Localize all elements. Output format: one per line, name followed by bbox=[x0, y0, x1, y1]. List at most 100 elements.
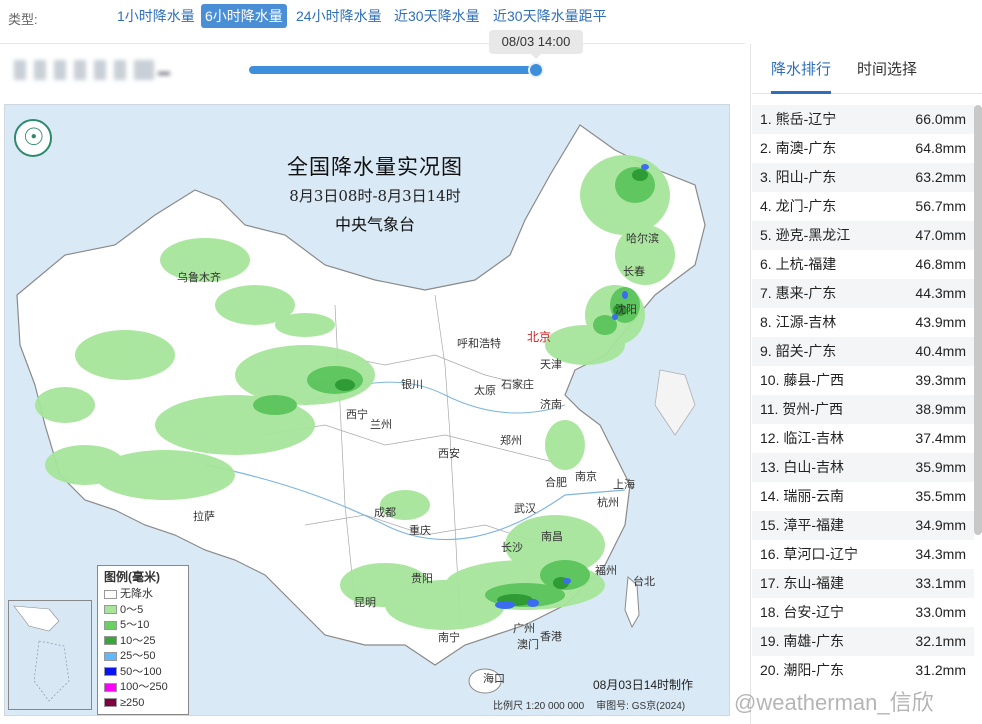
city-label: 石家庄 bbox=[501, 379, 534, 391]
legend-swatch bbox=[104, 636, 117, 646]
map-subtitle: 8月3日08时-8月3日14时 bbox=[289, 187, 461, 205]
ranking-row[interactable]: 7. 惠来-广东 44.3mm bbox=[752, 279, 974, 308]
city-label: 南宁 bbox=[438, 632, 460, 644]
time-slider-track[interactable] bbox=[249, 66, 536, 74]
watermark: @weatherman_信欣 bbox=[734, 690, 934, 715]
legend-item: 0～5 bbox=[98, 603, 188, 619]
legend-item: 25～50 bbox=[98, 649, 188, 665]
city-label: 西安 bbox=[438, 448, 460, 460]
city-label: 广州 bbox=[513, 623, 535, 635]
city-label: 郑州 bbox=[500, 435, 522, 447]
type-option-1h[interactable]: 1小时降水量 bbox=[113, 4, 199, 28]
map-legend: 图例(毫米) 无降水 0～5 5～10 10～25 25～50 50～100 1… bbox=[97, 565, 189, 715]
legend-swatch bbox=[104, 620, 117, 630]
ranking-row[interactable]: 20. 潮阳-广东 31.2mm bbox=[752, 656, 974, 685]
precipitation-map[interactable]: 全国降水量实况图 8月3日08时-8月3日14时 中央气象台 北京 乌鲁木齐 哈… bbox=[4, 104, 730, 716]
type-option-24h[interactable]: 24小时降水量 bbox=[292, 4, 386, 28]
ranking-row[interactable]: 8. 江源-吉林 43.9mm bbox=[752, 308, 974, 337]
ranking-row[interactable]: 14. 瑞丽-云南 35.5mm bbox=[752, 482, 974, 511]
map-organization: 中央气象台 bbox=[334, 215, 415, 234]
city-label: 上海 bbox=[613, 479, 635, 491]
type-option-6h[interactable]: 6小时降水量 bbox=[201, 4, 287, 28]
city-capital: 北京 bbox=[527, 330, 552, 344]
panel-divider bbox=[750, 44, 751, 724]
legend-item: 5～10 bbox=[98, 618, 188, 634]
type-option-30d-anomaly[interactable]: 近30天降水量距平 bbox=[489, 4, 611, 28]
ranking-row[interactable]: 17. 东山-福建 33.1mm bbox=[752, 569, 974, 598]
ranking-row[interactable]: 5. 逊克-黑龙江 47.0mm bbox=[752, 221, 974, 250]
ranking-row[interactable]: 6. 上杭-福建 46.8mm bbox=[752, 250, 974, 279]
legend-swatch bbox=[104, 589, 117, 599]
city-label: 长沙 bbox=[501, 542, 523, 554]
cma-logo-icon bbox=[14, 119, 52, 157]
city-label: 合肥 bbox=[545, 477, 567, 489]
city-label: 乌鲁木齐 bbox=[177, 272, 221, 284]
ranking-row[interactable]: 1. 熊岳-辽宁 66.0mm bbox=[752, 105, 974, 134]
city-label: 西宁 bbox=[346, 409, 368, 421]
city-label: 天津 bbox=[540, 359, 562, 371]
ranking-row[interactable]: 2. 南澳-广东 64.8mm bbox=[752, 134, 974, 163]
ranking-row[interactable]: 19. 南雄-广东 32.1mm bbox=[752, 627, 974, 656]
time-tooltip: 08/03 14:00 bbox=[489, 30, 583, 59]
city-label: 海口 bbox=[483, 673, 505, 685]
city-label: 兰州 bbox=[370, 419, 392, 431]
legend-item: 100～250 bbox=[98, 680, 188, 696]
city-label: 重庆 bbox=[409, 525, 431, 537]
city-label: 澳门 bbox=[517, 639, 539, 651]
legend-title: 图例(毫米) bbox=[104, 570, 160, 584]
map-made-at: 08月03日14时制作 bbox=[593, 678, 694, 692]
legend-swatch bbox=[104, 605, 117, 615]
precip-type-bar: 类型: 1小时降水量 6小时降水量 24小时降水量 近30天降水量 近30天降水… bbox=[0, 0, 982, 34]
map-footer: 比例尺 1:20 000 000 审图号: GS京(2024) bbox=[493, 697, 685, 712]
city-label: 呼和浩特 bbox=[457, 338, 501, 350]
legend-item: ≥250 bbox=[98, 696, 188, 712]
city-label: 福州 bbox=[595, 565, 617, 577]
city-label: 哈尔滨 bbox=[626, 233, 659, 245]
ranking-row[interactable]: 12. 临江-吉林 37.4mm bbox=[752, 424, 974, 453]
ranking-row[interactable]: 9. 韶关-广东 40.4mm bbox=[752, 337, 974, 366]
city-label: 长春 bbox=[623, 266, 645, 278]
legend-swatch bbox=[104, 698, 117, 708]
ranking-list: 1. 熊岳-辽宁 66.0mm 2. 南澳-广东 64.8mm 3. 阳山-广东 63… bbox=[752, 105, 974, 685]
city-label: 南京 bbox=[575, 471, 597, 483]
ranking-row[interactable]: 11. 贺州-广西 38.9mm bbox=[752, 395, 974, 424]
ranking-row[interactable]: 13. 白山-吉林 35.9mm bbox=[752, 453, 974, 482]
south-china-sea-inset bbox=[8, 600, 92, 710]
map-scale: 比例尺 1:20 000 000 bbox=[493, 701, 585, 712]
city-label: 南昌 bbox=[541, 531, 563, 543]
time-slider-handle[interactable] bbox=[528, 62, 544, 78]
city-label: 成都 bbox=[374, 507, 396, 519]
type-option-30d[interactable]: 近30天降水量 bbox=[390, 4, 484, 28]
city-label: 沈阳 bbox=[615, 304, 637, 316]
city-label: 香港 bbox=[540, 631, 562, 643]
legend-swatch bbox=[104, 667, 117, 677]
city-label: 昆明 bbox=[354, 597, 376, 609]
type-label: 类型: bbox=[8, 12, 38, 27]
legend-item: 10～25 bbox=[98, 634, 188, 650]
city-label: 银川 bbox=[401, 379, 423, 391]
legend-swatch bbox=[104, 651, 117, 661]
top-divider bbox=[0, 43, 745, 44]
tab-ranking[interactable]: 降水排行 bbox=[771, 58, 832, 94]
legend-item: 50～100 bbox=[98, 665, 188, 681]
city-label: 拉萨 bbox=[193, 511, 215, 523]
city-label: 太原 bbox=[474, 385, 496, 397]
ranking-row[interactable]: 18. 台安-辽宁 33.0mm bbox=[752, 598, 974, 627]
legend-swatch bbox=[104, 682, 117, 692]
tab-time-select[interactable]: 时间选择 bbox=[857, 58, 917, 94]
ranking-row[interactable]: 15. 漳平-福建 34.9mm bbox=[752, 511, 974, 540]
map-title: 全国降水量实况图 bbox=[287, 155, 463, 179]
ranking-row[interactable]: 16. 草河口-辽宁 34.3mm bbox=[752, 540, 974, 569]
blurred-labels bbox=[12, 58, 170, 82]
ranking-row[interactable]: 4. 龙门-广东 56.7mm bbox=[752, 192, 974, 221]
legend-item: 无降水 bbox=[98, 587, 188, 603]
ranking-scrollbar[interactable] bbox=[974, 105, 982, 535]
city-label: 武汉 bbox=[514, 503, 536, 515]
ranking-row[interactable]: 3. 阳山-广东 63.2mm bbox=[752, 163, 974, 192]
ranking-row[interactable]: 10. 藤县-广西 39.3mm bbox=[752, 366, 974, 395]
city-label: 台北 bbox=[633, 576, 655, 588]
city-label: 贵阳 bbox=[411, 573, 433, 585]
side-tabs: 降水排行 时间选择 bbox=[752, 44, 982, 94]
city-label: 济南 bbox=[540, 399, 562, 411]
city-label: 杭州 bbox=[597, 497, 619, 509]
